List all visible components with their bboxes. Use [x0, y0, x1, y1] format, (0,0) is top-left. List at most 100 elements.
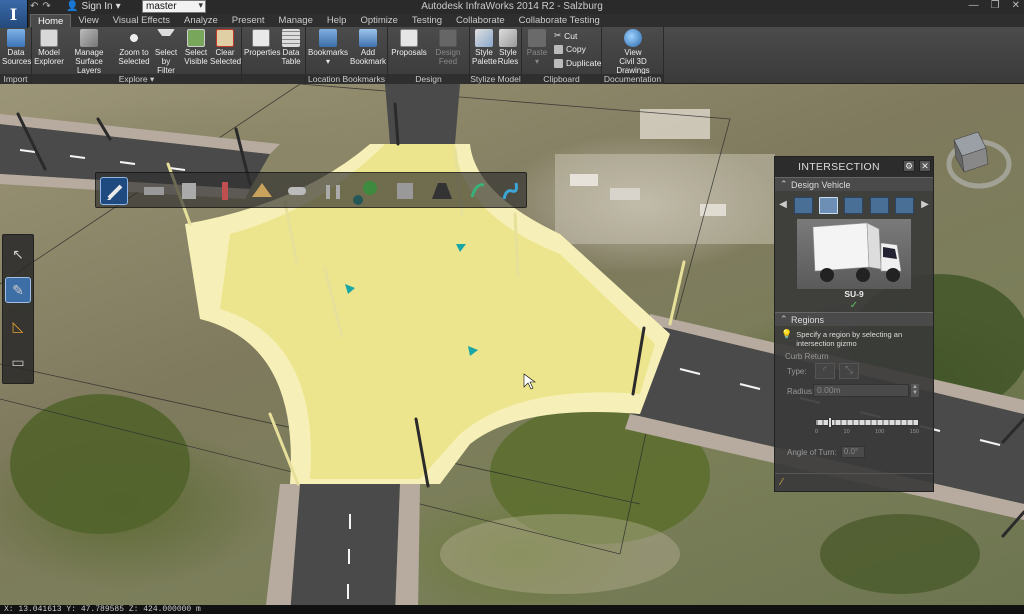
tool-building-button[interactable]: [176, 177, 204, 205]
paste-button[interactable]: Paste ▾: [524, 29, 550, 66]
regions-section[interactable]: Regions: [775, 312, 933, 326]
panel-tool-button[interactable]: ▭: [5, 349, 31, 375]
magic-wand-icon[interactable]: ⁄: [781, 477, 783, 488]
database-icon: [7, 29, 25, 47]
proposals-button[interactable]: Proposals: [390, 29, 428, 57]
vehicle-name: SU-9: [844, 289, 864, 299]
type-option-1[interactable]: ◜: [815, 363, 835, 379]
tool-pipe-button[interactable]: [284, 177, 312, 205]
vehicle-thumb-2[interactable]: [819, 196, 839, 214]
zoom-to-selected-button[interactable]: Zoom to Selected: [118, 29, 150, 66]
measure-tool-button[interactable]: ◺: [5, 313, 31, 339]
vehicle-thumb-1[interactable]: [794, 196, 814, 214]
tool-facility-button[interactable]: [392, 177, 420, 205]
copy-label: Copy: [566, 44, 586, 54]
tab-view[interactable]: View: [71, 14, 105, 27]
area-icon: [252, 183, 272, 197]
prev-vehicle-button[interactable]: ◀: [778, 198, 788, 212]
radius-spinner[interactable]: ▲ ▼: [911, 384, 919, 397]
proposals-label: Proposals: [391, 48, 427, 57]
radius-slider[interactable]: [815, 417, 919, 428]
tool-road-button[interactable]: [140, 177, 168, 205]
design-vehicle-section[interactable]: Design Vehicle: [775, 177, 933, 191]
radius-row: Radius: 0.00m ▲ ▼: [775, 381, 933, 401]
close-icon[interactable]: ✕: [1012, 0, 1020, 11]
add-bookmark-button[interactable]: Add Bookmark: [350, 29, 386, 66]
vehicle-thumb-3[interactable]: [844, 196, 864, 214]
select-visible-button[interactable]: Select Visible: [182, 29, 210, 66]
cut-button[interactable]: ✂ Cut: [554, 30, 577, 41]
sign-in[interactable]: 👤 Sign In ▾: [66, 1, 121, 12]
tool-area-button[interactable]: [248, 177, 276, 205]
sketch-pencil-button[interactable]: [100, 177, 128, 205]
next-vehicle-button[interactable]: ▶: [920, 198, 930, 212]
tool-barrier-button[interactable]: [320, 177, 348, 205]
tool-marker-button[interactable]: [212, 177, 240, 205]
close-panel-button[interactable]: ✕: [919, 160, 931, 172]
panel-design: Proposals Design Feed Design: [388, 27, 470, 84]
data-table-button[interactable]: Data Table: [278, 29, 304, 66]
copy-button[interactable]: Copy: [554, 44, 586, 54]
duplicate-label: Duplicate: [566, 58, 602, 68]
tab-testing[interactable]: Testing: [405, 14, 449, 27]
view-civil3d-drawings-button[interactable]: View Civil 3D Drawings: [604, 29, 662, 75]
sketch-tool-button[interactable]: ✎: [5, 277, 31, 303]
tab-manage[interactable]: Manage: [272, 14, 320, 27]
panel-label-clipboard: Clipboard: [522, 74, 601, 84]
tool-tree-button[interactable]: [356, 177, 384, 205]
chevron-down-icon: ▾: [325, 57, 330, 66]
data-sources-button[interactable]: Data Sources: [2, 29, 31, 66]
add-bookmark-icon: [359, 29, 377, 47]
design-feed-button[interactable]: Design Feed: [428, 29, 468, 66]
settings-button[interactable]: ⚙: [903, 160, 915, 172]
app-menu-button[interactable]: I: [0, 0, 28, 28]
properties-button[interactable]: Properties: [244, 29, 280, 57]
minimize-icon[interactable]: —: [969, 0, 979, 11]
tab-optimize[interactable]: Optimize: [353, 14, 404, 27]
cut-label: Cut: [564, 30, 578, 41]
tab-collaborate[interactable]: Collaborate: [449, 14, 512, 27]
model-explorer-button[interactable]: Model Explorer: [34, 29, 64, 66]
tab-home[interactable]: Home: [30, 14, 72, 27]
data-sources-label-1: Data: [7, 48, 25, 57]
arrow-left-icon: ◀: [779, 199, 787, 210]
tab-help[interactable]: Help: [320, 14, 354, 27]
clear-selected-button[interactable]: Clear Selected: [210, 29, 241, 66]
select-visible-label-2: Visible: [184, 57, 208, 66]
slider-tick-label: 10: [843, 429, 850, 435]
model-selector[interactable]: master: [142, 0, 206, 13]
bookmarks-button[interactable]: Bookmarks ▾: [308, 29, 348, 66]
tab-visual-effects[interactable]: Visual Effects: [106, 14, 177, 27]
tab-present[interactable]: Present: [225, 14, 272, 27]
duplicate-button[interactable]: Duplicate: [554, 58, 601, 68]
maximize-icon[interactable]: ❐: [991, 0, 1000, 11]
view-cube[interactable]: [934, 124, 1014, 204]
palette-icon: [475, 29, 493, 47]
vehicle-thumb-5[interactable]: [894, 196, 914, 214]
road-icon: [144, 187, 164, 195]
angle-input[interactable]: 0.0°: [840, 446, 865, 458]
style-rules-button[interactable]: Style Rules: [496, 29, 520, 66]
vehicle-thumb-4[interactable]: [869, 196, 889, 214]
arrow-cursor-icon: ↖: [12, 245, 24, 262]
select-tool-button[interactable]: ↖: [5, 241, 31, 267]
redo-icon[interactable]: ↷: [42, 1, 50, 12]
style-palette-button[interactable]: Style Palette: [472, 29, 497, 66]
tool-water-button[interactable]: [464, 177, 492, 205]
radius-slider-thumb[interactable]: [828, 417, 833, 428]
tool-river-button[interactable]: [496, 177, 524, 205]
panel-label-import: Import: [0, 74, 31, 84]
tab-collaborate-testing[interactable]: Collaborate Testing: [512, 14, 607, 27]
style-palette-label-1: Style: [475, 48, 493, 57]
select-by-filter-button[interactable]: Select by Filter: [150, 29, 182, 75]
bookmarks-icon: [319, 29, 337, 47]
model-viewport[interactable]: ↖ ✎ ◺ ▭ INTERSECTION ⚙ ✕ Design Vehicle …: [0, 84, 1024, 614]
tool-bridge-button[interactable]: [428, 177, 456, 205]
radius-input[interactable]: 0.00m: [813, 384, 909, 397]
manage-surface-layers-button[interactable]: Manage Surface Layers: [64, 29, 114, 75]
water-icon: [470, 183, 485, 198]
clear-selection-icon: [216, 29, 234, 47]
type-option-2[interactable]: ⤡: [839, 363, 859, 379]
undo-icon[interactable]: ↶: [30, 1, 38, 12]
tab-analyze[interactable]: Analyze: [177, 14, 225, 27]
